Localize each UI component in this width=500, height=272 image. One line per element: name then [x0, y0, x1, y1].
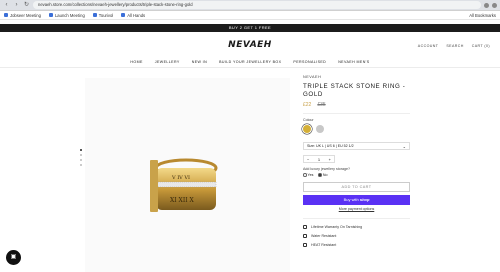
quantity-stepper[interactable]: − 1 +	[303, 155, 335, 163]
more-payment-options-link[interactable]: More payment options	[303, 207, 410, 211]
gallery-dot[interactable]	[80, 149, 82, 151]
browser-toolbar: ‹ › ↻ nevaeh.store.com/collections/nevae…	[0, 0, 500, 11]
increase-button[interactable]: +	[329, 157, 331, 162]
menu-item-home[interactable]: HOME	[130, 60, 142, 64]
account-link[interactable]: ACCOUNT	[418, 44, 439, 48]
bookmark-item[interactable]: Jobseer Meeting	[4, 13, 41, 18]
promo-banner[interactable]: BUY 2 GET 1 FREE	[0, 24, 500, 32]
product-image-ring: V IV VI XI XII X	[150, 158, 218, 212]
extension-icon[interactable]	[484, 2, 489, 8]
site-header: NEVAEH ACCOUNT SEARCH CART (0)	[0, 32, 500, 56]
flame-icon	[303, 242, 307, 247]
bookmark-icon	[121, 13, 126, 17]
shop-pay-logo: shop	[359, 197, 370, 202]
product-price: £22 £35	[303, 102, 410, 108]
bookmark-item[interactable]: Tourivol	[92, 13, 113, 18]
gallery-dots	[80, 149, 82, 166]
all-bookmarks[interactable]: All Bookmarks	[469, 13, 496, 18]
profile-icon[interactable]	[492, 2, 497, 8]
menu-item-mens[interactable]: NEVAEH MEN'S	[338, 60, 369, 64]
decrease-button[interactable]: −	[307, 157, 309, 162]
forward-icon[interactable]: ›	[13, 2, 20, 9]
chat-bag-icon[interactable]: ▣	[6, 250, 21, 265]
add-to-cart-button[interactable]: ADD TO CART	[303, 182, 410, 192]
swatch-silver[interactable]	[316, 125, 324, 133]
feature-item: Lifetime Warranty On Tarnishing	[303, 222, 410, 231]
bookmark-item[interactable]: All Hands	[121, 13, 145, 18]
reload-icon[interactable]: ↻	[23, 2, 30, 9]
product-title: TRIPLE STACK STONE RING - GOLD	[303, 83, 406, 98]
menu-item-new-in[interactable]: NEW IN	[192, 60, 207, 64]
bookmarks-bar: Jobseer Meeting Launch Meeting Tourivol …	[0, 11, 500, 20]
svg-text:V IV VI: V IV VI	[171, 175, 190, 181]
quantity-value[interactable]: 1	[318, 157, 320, 162]
divider	[303, 113, 410, 114]
storage-options: Yes No	[303, 173, 410, 177]
sale-price: £22	[303, 102, 312, 108]
radio-icon	[318, 173, 322, 177]
size-value: Size: UK L | US 6 | EU 52 1/2	[307, 144, 354, 148]
colour-label: Colour	[303, 118, 314, 122]
swatch-gold[interactable]	[303, 125, 311, 133]
bookmark-icon	[4, 13, 8, 17]
bookmark-item[interactable]: Launch Meeting	[48, 13, 85, 18]
product-features: Lifetime Warranty On Tarnishing Water Re…	[303, 218, 410, 249]
compare-price: £35	[317, 102, 326, 108]
menu-item-build-box[interactable]: BUILD YOUR JEWELLERY BOX	[219, 60, 281, 64]
gallery-dot[interactable]	[80, 164, 82, 166]
shield-icon	[303, 224, 307, 229]
svg-text:XI XII X: XI XII X	[170, 197, 194, 204]
feature-item: Water Resistant	[303, 231, 410, 240]
back-icon[interactable]: ‹	[3, 2, 10, 9]
gallery-dot[interactable]	[80, 154, 82, 156]
chevron-down-icon: ⌄	[402, 144, 406, 149]
menu-item-jewellery[interactable]: JEWELLERY	[155, 60, 180, 64]
storage-label: Add luxury jewellery storage?	[303, 167, 350, 171]
feature-item: HEAT Resistant	[303, 240, 410, 249]
radio-icon	[303, 173, 307, 177]
gallery-dot[interactable]	[80, 159, 82, 161]
product-info: NEVAEH TRIPLE STACK STONE RING - GOLD £2…	[303, 75, 410, 249]
bookmark-icon	[48, 13, 53, 17]
main-menu: HOME JEWELLERY NEW IN BUILD YOUR JEWELLE…	[0, 56, 500, 68]
bookmark-icon	[92, 13, 97, 17]
product-vendor[interactable]: NEVAEH	[303, 75, 410, 79]
cart-link[interactable]: CART (0)	[472, 44, 490, 48]
size-select[interactable]: Size: UK L | US 6 | EU 52 1/2 ⌄	[303, 142, 410, 150]
radio-yes[interactable]: Yes	[303, 173, 313, 177]
header-actions: ACCOUNT SEARCH CART (0)	[418, 44, 490, 48]
radio-no[interactable]: No	[318, 173, 327, 177]
menu-item-personalised[interactable]: PERSONALISED	[293, 60, 326, 64]
address-bar[interactable]: nevaeh.store.com/collections/nevaeh-jewe…	[33, 1, 481, 9]
search-link[interactable]: SEARCH	[446, 44, 463, 48]
shop-pay-button[interactable]: Buy with shop	[303, 195, 410, 205]
colour-swatches	[303, 125, 410, 133]
water-drop-icon	[303, 233, 307, 238]
